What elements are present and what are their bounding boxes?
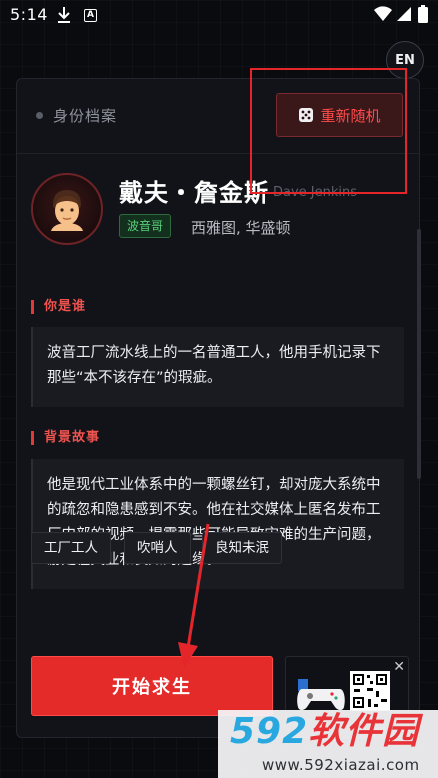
identity-file-label: 身份档案 — [53, 107, 118, 125]
reroll-label: 重新随机 — [320, 106, 381, 125]
section-dot-icon — [36, 112, 43, 119]
watermark-logo: 592软件园 — [230, 711, 420, 752]
who-description: 波音工厂流水线上的一名普通工人，他用手机记录下那些“本不该存在”的瑕疵。 — [31, 327, 404, 407]
card-header: 身份档案 重新随机 — [17, 79, 419, 154]
identity-card: 身份档案 重新随机 戴夫・詹金斯 Dave Jenkins 波音哥 西雅图, 华… — [16, 78, 421, 738]
character-location: 西雅图, 华盛顿 — [191, 219, 291, 237]
who-section-title: 你是谁 — [31, 300, 86, 314]
trait-tag: 工厂工人 — [31, 532, 111, 564]
close-icon[interactable]: ✕ — [393, 659, 405, 675]
app-screen: 5:14 A EN 身份档案 重新随机 戴夫・詹金斯 Dave Jenkins … — [0, 0, 438, 778]
dice-icon — [298, 107, 314, 123]
start-survival-button[interactable]: 开始求生 — [31, 656, 273, 716]
avatar — [31, 173, 103, 245]
background-section-title: 背景故事 — [31, 431, 100, 445]
nickname-badge: 波音哥 — [119, 214, 172, 238]
battery-icon — [418, 5, 428, 27]
character-name-english: Dave Jenkins — [273, 185, 358, 200]
status-time: 5:14 — [10, 5, 48, 24]
watermark: 592软件园 www.592xiazai.com — [218, 710, 438, 778]
character-name: 戴夫・詹金斯 — [119, 179, 269, 207]
signal-icon — [396, 6, 412, 26]
reroll-button[interactable]: 重新随机 — [276, 93, 403, 137]
man-face-icon — [51, 190, 83, 231]
qr-code-icon — [350, 671, 390, 715]
background-story: 他是现代工业体系中的一颗螺丝钉，却对庞大系统中的疏忽和隐患感到不安。他在社交媒体… — [31, 459, 404, 589]
scrollbar[interactable] — [417, 229, 421, 479]
trait-tag: 良知未泯 — [202, 532, 282, 564]
wifi-icon — [374, 6, 392, 26]
text-app-icon: A — [84, 9, 97, 22]
status-bar: 5:14 A — [0, 0, 438, 30]
watermark-url: www.592xiazai.com — [262, 756, 420, 774]
download-icon — [56, 6, 72, 28]
trait-tag: 吹哨人 — [124, 532, 191, 564]
language-toggle-button[interactable]: EN — [386, 41, 424, 79]
